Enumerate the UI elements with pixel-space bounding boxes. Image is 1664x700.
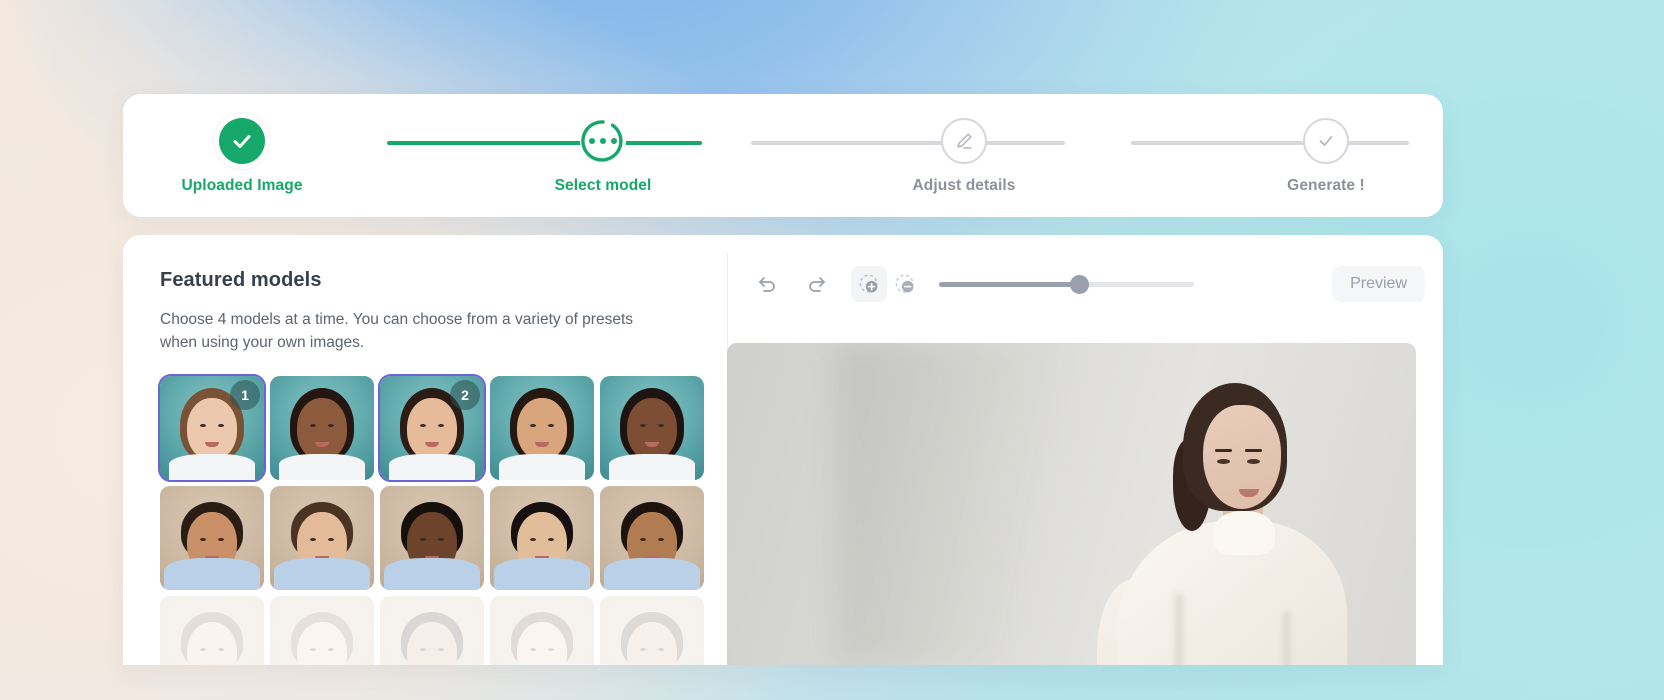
model-portrait bbox=[270, 486, 374, 590]
zoom-slider-thumb[interactable] bbox=[1070, 274, 1090, 294]
redo-button[interactable] bbox=[799, 266, 835, 302]
preview-fabric-fold-2 bbox=[1283, 611, 1290, 665]
featured-models-panel: Featured models Choose 4 models at a tim… bbox=[123, 235, 727, 665]
preview-button[interactable]: Preview bbox=[1332, 266, 1425, 302]
model-thumbnail[interactable] bbox=[600, 376, 704, 480]
zoom-in-button[interactable] bbox=[851, 266, 887, 302]
ellipsis-circle-icon bbox=[580, 118, 626, 164]
model-portrait bbox=[490, 596, 594, 665]
progress-stepper: Uploaded Image Select model Adjust detai… bbox=[123, 94, 1443, 217]
model-portrait bbox=[160, 486, 264, 590]
undo-icon bbox=[759, 277, 775, 292]
model-portrait bbox=[380, 596, 484, 665]
preview-fabric-fold-1 bbox=[1175, 593, 1183, 665]
stepper-step-generate[interactable]: Generate ! bbox=[1236, 118, 1416, 195]
zoom-slider-fill bbox=[939, 281, 1080, 287]
model-thumbnail[interactable]: 1 bbox=[158, 374, 266, 482]
model-thumbnail[interactable] bbox=[270, 596, 374, 665]
model-thumbnail[interactable] bbox=[600, 596, 704, 665]
stepper-label-adjust-details: Adjust details bbox=[912, 177, 1016, 194]
model-thumbnail[interactable] bbox=[490, 376, 594, 480]
model-thumbnail[interactable] bbox=[270, 486, 374, 590]
model-portrait bbox=[490, 376, 594, 480]
model-thumbnail[interactable]: 2 bbox=[378, 374, 486, 482]
preview-collar bbox=[1213, 511, 1275, 555]
model-thumbnail[interactable] bbox=[270, 376, 374, 480]
undo-button[interactable] bbox=[749, 266, 785, 302]
stepper-step-uploaded-image[interactable]: Uploaded Image bbox=[152, 118, 332, 195]
panel-title: Featured models bbox=[160, 269, 322, 291]
model-portrait bbox=[600, 596, 704, 665]
stepper-step-select-model[interactable]: Select model bbox=[513, 118, 693, 195]
model-thumbnail[interactable] bbox=[490, 596, 594, 665]
model-portrait bbox=[600, 486, 704, 590]
model-portrait bbox=[600, 376, 704, 480]
zoom-in-icon bbox=[859, 274, 878, 293]
model-portrait bbox=[490, 486, 594, 590]
check-circle-icon bbox=[219, 118, 265, 164]
stepper-label-uploaded-image: Uploaded Image bbox=[181, 177, 303, 194]
model-thumbnail[interactable] bbox=[380, 596, 484, 665]
model-thumbnail[interactable] bbox=[160, 486, 264, 590]
model-portrait bbox=[270, 376, 374, 480]
zoom-out-icon bbox=[895, 274, 914, 293]
model-thumbnail-grid: 12 bbox=[158, 374, 727, 665]
model-thumbnail[interactable] bbox=[380, 486, 484, 590]
redo-icon bbox=[809, 277, 825, 292]
selection-order-badge: 1 bbox=[230, 380, 260, 410]
workspace-card: Featured models Choose 4 models at a tim… bbox=[123, 235, 1443, 665]
model-portrait bbox=[380, 486, 484, 590]
model-thumbnail[interactable] bbox=[600, 486, 704, 590]
stepper-label-select-model: Select model bbox=[554, 177, 652, 194]
preview-image[interactable] bbox=[727, 343, 1416, 665]
preview-brow-left bbox=[1215, 449, 1232, 452]
preview-eye-right bbox=[1247, 459, 1260, 464]
check-circle-outline-icon bbox=[1303, 118, 1349, 164]
progress-stepper-card: Uploaded Image Select model Adjust detai… bbox=[123, 94, 1443, 217]
preview-image-content bbox=[727, 343, 1416, 665]
preview-panel: Preview bbox=[727, 235, 1443, 665]
panel-description: Choose 4 models at a time. You can choos… bbox=[160, 311, 634, 351]
stepper-label-generate: Generate ! bbox=[1287, 177, 1365, 194]
preview-eye-left bbox=[1217, 459, 1230, 464]
preview-brow-right bbox=[1245, 449, 1262, 452]
zoom-slider[interactable] bbox=[939, 274, 1194, 294]
model-portrait bbox=[270, 596, 374, 665]
model-portrait bbox=[160, 596, 264, 665]
pencil-icon bbox=[941, 118, 987, 164]
editor-toolbar: Preview bbox=[727, 253, 1443, 315]
app-canvas: Uploaded Image Select model Adjust detai… bbox=[0, 0, 1664, 700]
selection-order-badge: 2 bbox=[450, 380, 480, 410]
stepper-step-adjust-details[interactable]: Adjust details bbox=[874, 118, 1054, 195]
model-thumbnail[interactable] bbox=[160, 596, 264, 665]
model-thumbnail[interactable] bbox=[490, 486, 594, 590]
zoom-out-button[interactable] bbox=[887, 266, 923, 302]
